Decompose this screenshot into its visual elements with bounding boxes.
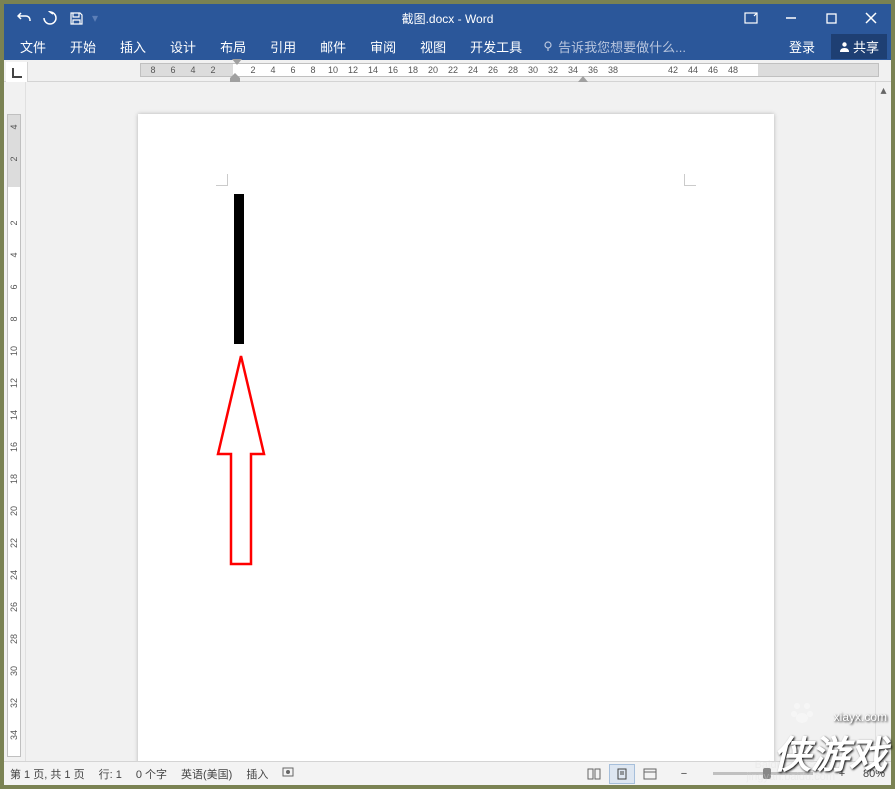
- quick-access-toolbar: ▾: [4, 6, 100, 30]
- share-label: 共享: [853, 37, 879, 56]
- tab-stop-l-icon: [12, 68, 22, 78]
- redo-icon: [43, 11, 57, 25]
- save-button[interactable]: [64, 6, 88, 30]
- web-layout-button[interactable]: [637, 764, 663, 784]
- document-title: 截图.docx - Word: [402, 10, 494, 27]
- status-wordcount[interactable]: 0 个字: [136, 766, 167, 782]
- window-controls: [731, 4, 891, 32]
- tab-stop-selector[interactable]: [6, 62, 28, 84]
- vertical-scrollbar[interactable]: ▴: [875, 82, 891, 761]
- tab-file[interactable]: 文件: [8, 32, 58, 60]
- save-icon: [70, 12, 83, 25]
- tab-review[interactable]: 审阅: [358, 32, 408, 60]
- vertical-ruler[interactable]: 4 2 2 4 6 8 10 12 14 16 18 20 22 24 26 2…: [4, 82, 26, 761]
- read-mode-button[interactable]: [581, 764, 607, 784]
- undo-button[interactable]: [12, 6, 36, 30]
- ribbon-tabs: 文件 开始 插入 设计 布局 引用 邮件 审阅 视图 开发工具 告诉我您想要做什…: [4, 32, 891, 60]
- tell-me-label: 告诉我您想要做什么...: [558, 37, 686, 56]
- tab-references[interactable]: 引用: [258, 32, 308, 60]
- maximize-button[interactable]: [811, 4, 851, 32]
- tab-mail[interactable]: 邮件: [308, 32, 358, 60]
- tab-home[interactable]: 开始: [58, 32, 108, 60]
- status-page[interactable]: 第 1 页, 共 1 页: [10, 766, 85, 782]
- baidu-watermark: Baidu百度经验 jingyan.baidu.com: [746, 759, 835, 783]
- status-mode[interactable]: 插入: [246, 766, 268, 782]
- zoom-level[interactable]: 80%: [863, 768, 885, 780]
- horizontal-ruler[interactable]: 8 6 4 2 2 4 6 8 10 12 14 16 18 20 22 24 …: [30, 60, 891, 81]
- zoom-out-button[interactable]: −: [677, 768, 691, 780]
- tab-layout[interactable]: 布局: [208, 32, 258, 60]
- minimize-button[interactable]: [771, 4, 811, 32]
- tab-design[interactable]: 设计: [158, 32, 208, 60]
- print-layout-button[interactable]: [609, 764, 635, 784]
- tell-me-search[interactable]: 告诉我您想要做什么...: [542, 37, 686, 56]
- person-icon: [839, 41, 850, 52]
- redo-button[interactable]: [38, 6, 62, 30]
- undo-icon: [17, 11, 31, 25]
- tab-insert[interactable]: 插入: [108, 32, 158, 60]
- scroll-up-button[interactable]: ▴: [876, 82, 891, 98]
- ribbon-display-options[interactable]: [731, 4, 771, 32]
- status-line[interactable]: 行: 1: [99, 766, 122, 782]
- view-mode-buttons: [581, 764, 663, 784]
- margin-crop-top-right: [684, 174, 696, 186]
- tab-view[interactable]: 视图: [408, 32, 458, 60]
- workspace: 4 2 2 4 6 8 10 12 14 16 18 20 22 24 26 2…: [4, 82, 891, 761]
- tab-developer[interactable]: 开发工具: [458, 32, 534, 60]
- horizontal-ruler-strip: 8 6 4 2 2 4 6 8 10 12 14 16 18 20 22 24 …: [4, 60, 891, 82]
- word-app-window: ▾ 截图.docx - Word 文件 开始 插入 设计 布局 引用 邮件 审阅…: [4, 4, 891, 785]
- macro-record-icon[interactable]: [282, 766, 294, 781]
- margin-crop-top-left: [216, 174, 228, 186]
- qat-customize[interactable]: ▾: [90, 11, 100, 25]
- zoom-in-button[interactable]: +: [835, 768, 849, 780]
- close-button[interactable]: [851, 4, 891, 32]
- status-language[interactable]: 英语(美国): [181, 766, 232, 782]
- document-area[interactable]: [26, 82, 891, 761]
- lightbulb-icon: [542, 40, 554, 52]
- text-cursor-shape: [234, 194, 244, 344]
- first-line-indent-marker[interactable]: [232, 59, 242, 65]
- annotation-arrow: [216, 354, 266, 577]
- page[interactable]: [138, 114, 774, 761]
- titlebar: ▾ 截图.docx - Word: [4, 4, 891, 32]
- signin-link[interactable]: 登录: [777, 37, 827, 56]
- share-button[interactable]: 共享: [831, 34, 887, 59]
